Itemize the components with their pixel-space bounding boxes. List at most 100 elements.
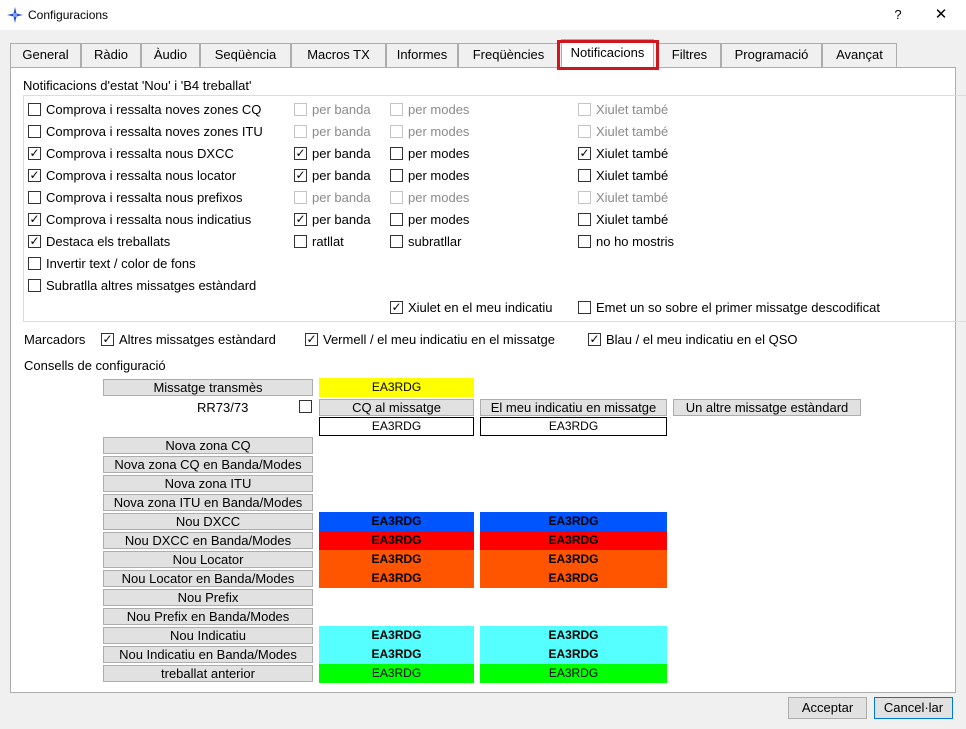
notif-row-checkbox[interactable] [28,125,41,138]
whistle-checkbox[interactable] [578,235,591,248]
band-label: per banda [312,102,371,117]
tab-radio[interactable]: Ràdio [81,43,141,67]
tip-item-swatch: EA3RDG [480,569,667,588]
band-checkbox[interactable]: ✓ [294,147,307,160]
modes-checkbox[interactable] [390,147,403,160]
tx-message-button[interactable]: Missatge transmès [103,379,313,396]
tab-audio[interactable]: Àudio [141,43,200,67]
tab-frequencies[interactable]: Freqüències [458,43,559,67]
tip-item-button[interactable]: Nou Indicatiu [103,627,313,644]
accept-button[interactable]: Acceptar [788,697,867,719]
notif-row-checkbox[interactable]: ✓ [28,169,41,182]
emit-sound-checkbox[interactable] [578,301,591,314]
modes-checkbox[interactable] [390,235,403,248]
tab-avancat[interactable]: Avançat [822,43,897,67]
tx-swatch: EA3RDG [319,378,474,397]
marker-standard-checkbox[interactable]: ✓ [101,333,114,346]
help-button[interactable]: ? [888,4,908,26]
modes-label: per modes [408,168,470,183]
notif-row-label: Comprova i ressalta nous DXCC [46,146,234,161]
tab-general[interactable]: General [10,43,81,67]
tip-item-swatch: EA3RDG [480,664,667,683]
tab-macros-tx[interactable]: Macros TX [291,43,386,67]
whistle-label: no ho mostris [596,234,675,249]
modes-checkbox[interactable] [390,213,403,226]
marker-red-label: Vermell / el meu indicatiu en el missatg… [323,332,555,347]
cancel-button[interactable]: Cancel·lar [874,697,953,719]
modes-label: per modes [408,124,470,139]
band-checkbox[interactable]: ✓ [294,169,307,182]
close-button[interactable]: ✕ [930,4,952,26]
modes-checkbox[interactable] [390,169,403,182]
rr73-checkbox[interactable] [299,400,312,413]
whistle-label: Xiulet també [596,102,669,117]
tab-notificacions[interactable]: Notificacions [561,39,654,67]
tip-item-swatch: EA3RDG [319,512,474,531]
modes-label: per modes [408,102,470,117]
tips-title: Consells de configuració [24,358,166,373]
notif-row-checkbox[interactable] [28,191,41,204]
whistle-checkbox[interactable] [578,213,591,226]
modes-checkbox[interactable] [390,191,403,204]
tab-filtres[interactable]: Filtres [658,43,721,67]
band-label: per banda [312,124,371,139]
tip-item-button[interactable]: Nova zona ITU en Banda/Modes [103,494,313,511]
whistle-label: Xiulet també [596,124,669,139]
whistle-checkbox[interactable]: ✓ [578,147,591,160]
tab-programacio[interactable]: Programació [721,43,822,67]
band-checkbox[interactable]: ✓ [294,213,307,226]
modes-label: subratllar [408,234,462,249]
tip-item-swatch: EA3RDG [319,531,474,550]
notif-row-checkbox[interactable]: ✓ [28,147,41,160]
band-checkbox[interactable] [294,191,307,204]
modes-checkbox[interactable] [390,103,403,116]
other-standard-message-button[interactable]: Un altre missatge estàndard [673,399,861,416]
tab-sequencia[interactable]: Seqüència [200,43,291,67]
tip-item-button[interactable]: Nou Indicatiu en Banda/Modes [103,646,313,663]
markers-label: Marcadors [24,332,86,347]
whistle-checkbox[interactable] [578,103,591,116]
tip-item-button[interactable]: Nou Prefix en Banda/Modes [103,608,313,625]
tip-item-button[interactable]: Nova zona CQ [103,437,313,454]
whistle-checkbox[interactable] [578,125,591,138]
mycall-in-message-button[interactable]: El meu indicatiu en missatge [480,399,667,416]
invert-checkbox[interactable] [28,257,41,270]
band-label: per banda [312,146,371,161]
tip-item-button[interactable]: Nou Prefix [103,589,313,606]
marker-red-checkbox[interactable]: ✓ [305,333,318,346]
tip-item-button[interactable]: Nova zona ITU [103,475,313,492]
notif-row-label: Comprova i ressalta noves zones ITU [46,124,263,139]
notif-row-checkbox[interactable] [28,103,41,116]
tip-item-swatch: EA3RDG [319,645,474,664]
tip-item-button[interactable]: treballat anterior [103,665,313,682]
notif-row-label: Comprova i ressalta nous indicatius [46,212,252,227]
whistle-checkbox[interactable] [578,191,591,204]
marker-blue-checkbox[interactable]: ✓ [588,333,601,346]
band-label: per banda [312,212,371,227]
tip-item-swatch: EA3RDG [480,645,667,664]
band-checkbox[interactable] [294,103,307,116]
whistle-label: Xiulet també [596,190,669,205]
whistle-mycall-checkbox[interactable]: ✓ [390,301,403,314]
tip-item-button[interactable]: Nou Locator [103,551,313,568]
whistle-checkbox[interactable] [578,169,591,182]
cq-swatch: EA3RDG [319,417,474,436]
modes-checkbox[interactable] [390,125,403,138]
underline-checkbox[interactable] [28,279,41,292]
notif-row-checkbox[interactable]: ✓ [28,213,41,226]
cq-in-message-button[interactable]: CQ al missatge [319,399,474,416]
tip-item-button[interactable]: Nova zona CQ en Banda/Modes [103,456,313,473]
tab-informes[interactable]: Informes [386,43,458,67]
modes-label: per modes [408,212,470,227]
band-checkbox[interactable] [294,235,307,248]
band-checkbox[interactable] [294,125,307,138]
notif-row-checkbox[interactable]: ✓ [28,235,41,248]
modes-label: per modes [408,190,470,205]
whistle-label: Xiulet també [596,168,669,183]
underline-label: Subratlla altres missatges estàndard [46,278,257,293]
tip-item-button[interactable]: Nou Locator en Banda/Modes [103,570,313,587]
marker-standard-label: Altres missatges estàndard [119,332,276,347]
tip-item-button[interactable]: Nou DXCC en Banda/Modes [103,532,313,549]
band-label: ratllat [312,234,344,249]
tip-item-button[interactable]: Nou DXCC [103,513,313,530]
